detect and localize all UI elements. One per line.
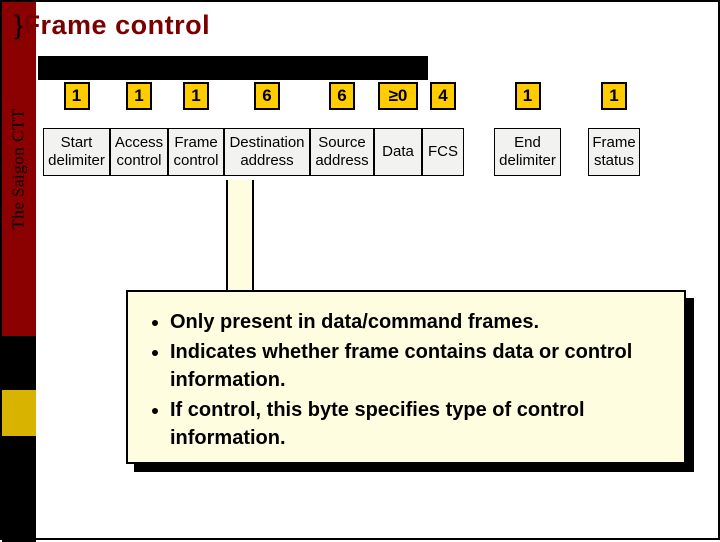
sidebar-brick: The Saigon CTT: [2, 2, 36, 336]
slide-title: }Frame control: [14, 10, 210, 41]
field-bytes: 1: [515, 82, 541, 110]
field-label: Frame status: [588, 128, 640, 176]
frame-format-row: 1 Start delimiter 1 Access control 1 Fra…: [43, 82, 714, 176]
field-access-control: 1 Access control: [110, 82, 168, 176]
field-label: End delimiter: [494, 128, 561, 176]
field-label: Frame control: [168, 128, 224, 176]
title-text: Frame control: [24, 10, 211, 40]
callout-connector: [226, 180, 254, 292]
field-frame-control: 1 Frame control: [168, 82, 224, 176]
field-label: FCS: [422, 128, 464, 176]
field-bytes: 6: [254, 82, 280, 110]
field-bytes: 1: [126, 82, 152, 110]
field-label: Start delimiter: [43, 128, 110, 176]
sidebar-stripe-black-top: [2, 336, 36, 390]
field-fcs: 4 FCS: [422, 82, 464, 176]
field-bytes: 1: [64, 82, 90, 110]
field-label: Source address: [310, 128, 374, 176]
title-brace: }: [14, 10, 24, 40]
title-underline: [38, 56, 428, 80]
sidebar-stripe-black-bot: [2, 436, 36, 542]
callout-bullet: Indicates whether frame contains data or…: [170, 338, 666, 394]
field-label: Access control: [110, 128, 168, 176]
field-data: ≥0 Data: [374, 82, 422, 176]
field-destination-address: 6 Destination address: [224, 82, 310, 176]
field-start-delimiter: 1 Start delimiter: [43, 82, 110, 176]
sidebar-stripe-gold: [2, 390, 36, 436]
field-source-address: 6 Source address: [310, 82, 374, 176]
field-bytes: 1: [183, 82, 209, 110]
sidebar-label: The Saigon CTT: [9, 108, 29, 229]
sidebar: The Saigon CTT: [2, 2, 36, 538]
field-bytes: ≥0: [378, 82, 418, 110]
callout-bullet: If control, this byte specifies type of …: [170, 396, 666, 452]
field-bytes: 4: [430, 82, 456, 110]
field-end-delimiter: 1 End delimiter: [494, 82, 561, 176]
field-frame-status: 1 Frame status: [588, 82, 640, 176]
field-label: Data: [374, 128, 422, 176]
callout-bullet: Only present in data/command frames.: [170, 308, 666, 336]
field-bytes: 1: [601, 82, 627, 110]
callout-list: Only present in data/command frames. Ind…: [152, 308, 666, 452]
field-label: Destination address: [224, 128, 310, 176]
callout-box: Only present in data/command frames. Ind…: [126, 290, 686, 464]
field-bytes: 6: [329, 82, 355, 110]
